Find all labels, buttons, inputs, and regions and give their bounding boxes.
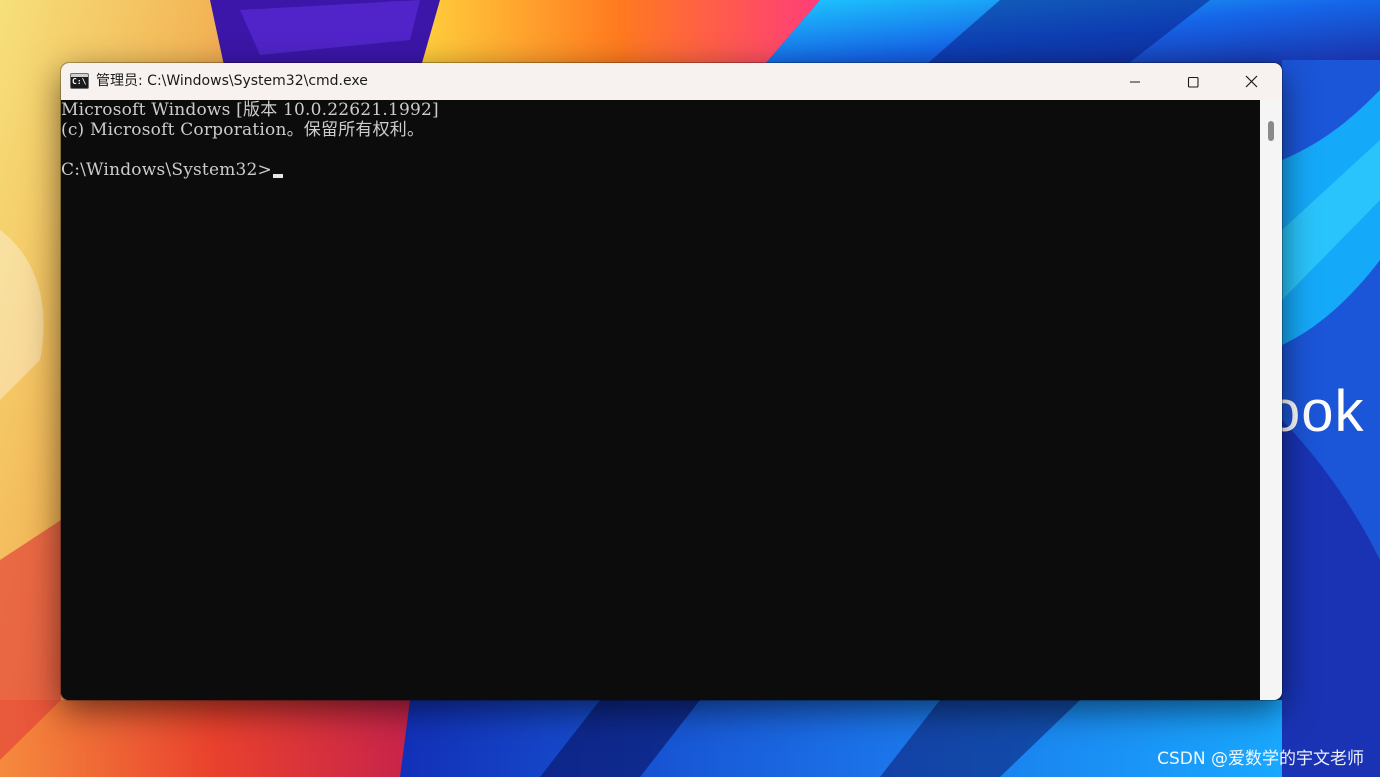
console-prompt: C:\Windows\System32> bbox=[61, 160, 273, 180]
close-button[interactable] bbox=[1228, 63, 1274, 100]
watermark-text: CSDN @爱数学的宇文老师 bbox=[1157, 749, 1364, 769]
console-line-copyright: (c) Microsoft Corporation。保留所有权利。 bbox=[61, 120, 425, 140]
icon-glyph: C:\. bbox=[72, 77, 88, 86]
maximize-button[interactable] bbox=[1170, 63, 1216, 100]
cmd-window[interactable]: C:\. 管理员: C:\Windows\System32\cmd.exe bbox=[61, 63, 1282, 700]
console-output[interactable]: Microsoft Windows [版本 10.0.22621.1992] (… bbox=[61, 100, 1260, 700]
minimize-button[interactable] bbox=[1112, 63, 1158, 100]
desktop: ook C:\. 管理员: C:\Windows\System32\cmd.ex… bbox=[0, 0, 1380, 777]
scrollbar-thumb[interactable] bbox=[1268, 121, 1274, 141]
cmd-console-icon[interactable]: C:\. bbox=[70, 73, 89, 89]
close-icon bbox=[1245, 75, 1257, 88]
wallpaper-brand-text: ook bbox=[1268, 379, 1365, 444]
maximize-icon bbox=[1187, 76, 1199, 88]
minimize-icon bbox=[1130, 81, 1140, 82]
text-cursor bbox=[273, 174, 284, 178]
console-line-version: Microsoft Windows [版本 10.0.22621.1992] bbox=[61, 100, 439, 120]
window-title: 管理员: C:\Windows\System32\cmd.exe bbox=[96, 73, 368, 89]
console-prompt-line[interactable]: C:\Windows\System32> bbox=[61, 160, 284, 180]
vertical-scrollbar[interactable] bbox=[1260, 100, 1282, 700]
title-bar[interactable]: C:\. 管理员: C:\Windows\System32\cmd.exe bbox=[61, 63, 1282, 100]
